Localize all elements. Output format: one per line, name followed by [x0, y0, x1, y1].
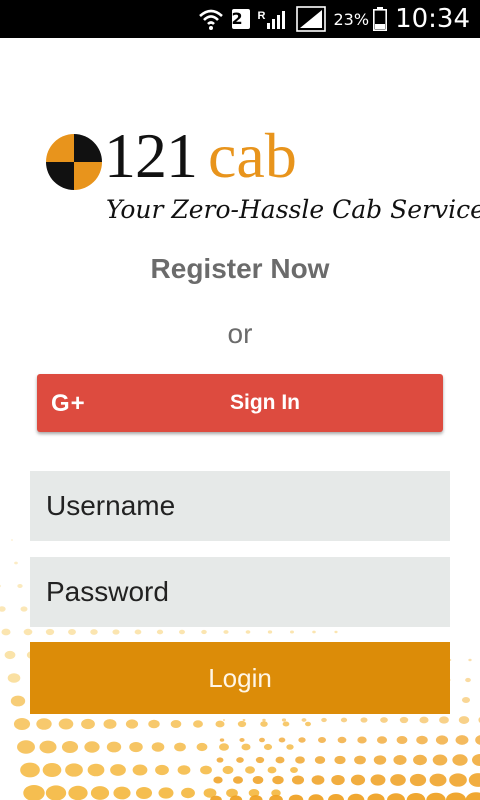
- or-separator: or: [227, 318, 253, 349]
- google-sign-in-label: Sign In: [230, 391, 300, 414]
- google-sign-in-button[interactable]: G+ Sign In: [37, 374, 443, 432]
- checkered-circle-icon: [46, 134, 102, 190]
- login-screen: 121 cab Your Zero-Hassle Cab Services Re…: [0, 0, 480, 800]
- password-input[interactable]: [30, 557, 450, 627]
- logo-tagline: Your Zero-Hassle Cab Services: [106, 195, 480, 224]
- username-input[interactable]: [30, 471, 450, 541]
- login-button[interactable]: Login: [30, 642, 450, 714]
- logo-word: cab: [208, 120, 297, 191]
- app-logo: 121 cab Your Zero-Hassle Cab Services: [44, 120, 480, 235]
- logo-number: 121: [104, 120, 198, 191]
- register-now-link[interactable]: Register Now: [0, 253, 480, 285]
